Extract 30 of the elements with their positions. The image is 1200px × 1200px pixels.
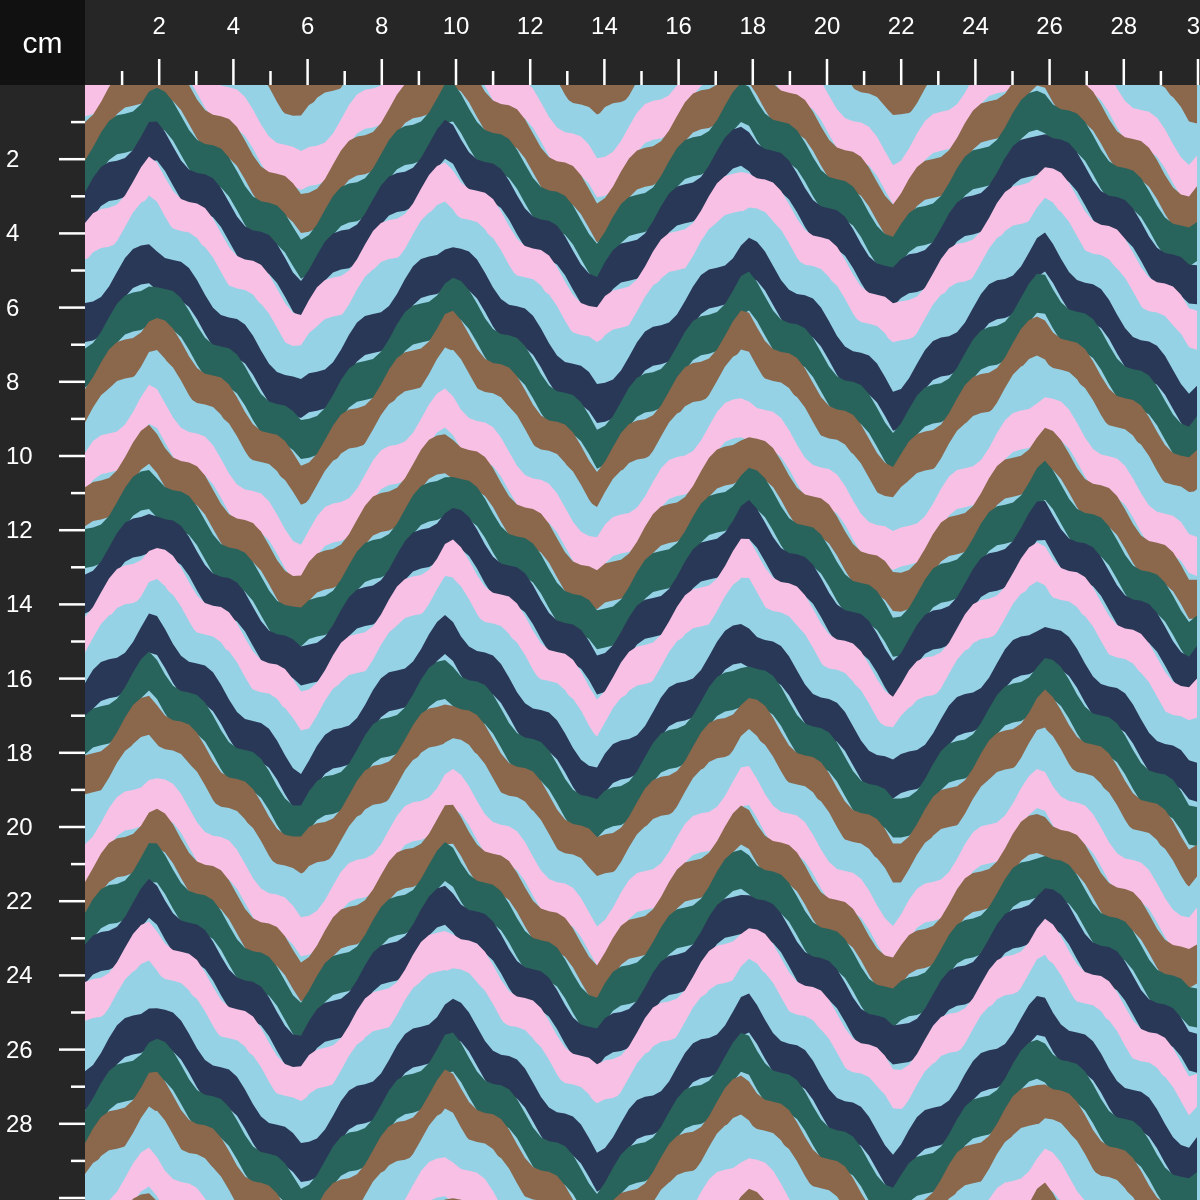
ruler-label: 16 — [6, 666, 33, 691]
ruler-label: 14 — [591, 14, 618, 38]
unit-label: cm — [22, 25, 63, 60]
ruler-label: 3 — [1186, 14, 1200, 38]
ruler-label: 24 — [962, 14, 989, 38]
ruler-label: 22 — [6, 889, 33, 914]
ruler-label: 6 — [300, 14, 315, 38]
ruler-label: 28 — [1110, 14, 1138, 38]
ruler-label: 16 — [665, 14, 692, 38]
ruler-label: 10 — [6, 444, 33, 468]
ruler-label: 2 — [6, 147, 20, 172]
ruler-label: 18 — [6, 740, 33, 765]
ruler-label: 6 — [6, 295, 20, 320]
ruler-label: 14 — [6, 592, 33, 617]
ruler-label: 12 — [6, 518, 33, 543]
ruler-label: 20 — [813, 14, 841, 38]
ruler-label: 28 — [6, 1111, 33, 1136]
ruler-label: 2 — [152, 14, 166, 38]
ruler-label: 10 — [442, 14, 470, 38]
ruler-label: 4 — [226, 14, 241, 38]
ruler-label: 8 — [6, 369, 20, 394]
ruler-label: 12 — [516, 14, 544, 38]
ruler-label: 26 — [1036, 14, 1063, 38]
ruler-label: 26 — [6, 1037, 33, 1062]
ruler-label: 8 — [375, 14, 389, 38]
ruler-label: 18 — [739, 14, 767, 38]
ruler-label: 4 — [6, 221, 20, 246]
ruler-label: 24 — [6, 963, 33, 988]
ruler-label: 20 — [6, 815, 33, 839]
ruler-label: 22 — [887, 14, 915, 38]
